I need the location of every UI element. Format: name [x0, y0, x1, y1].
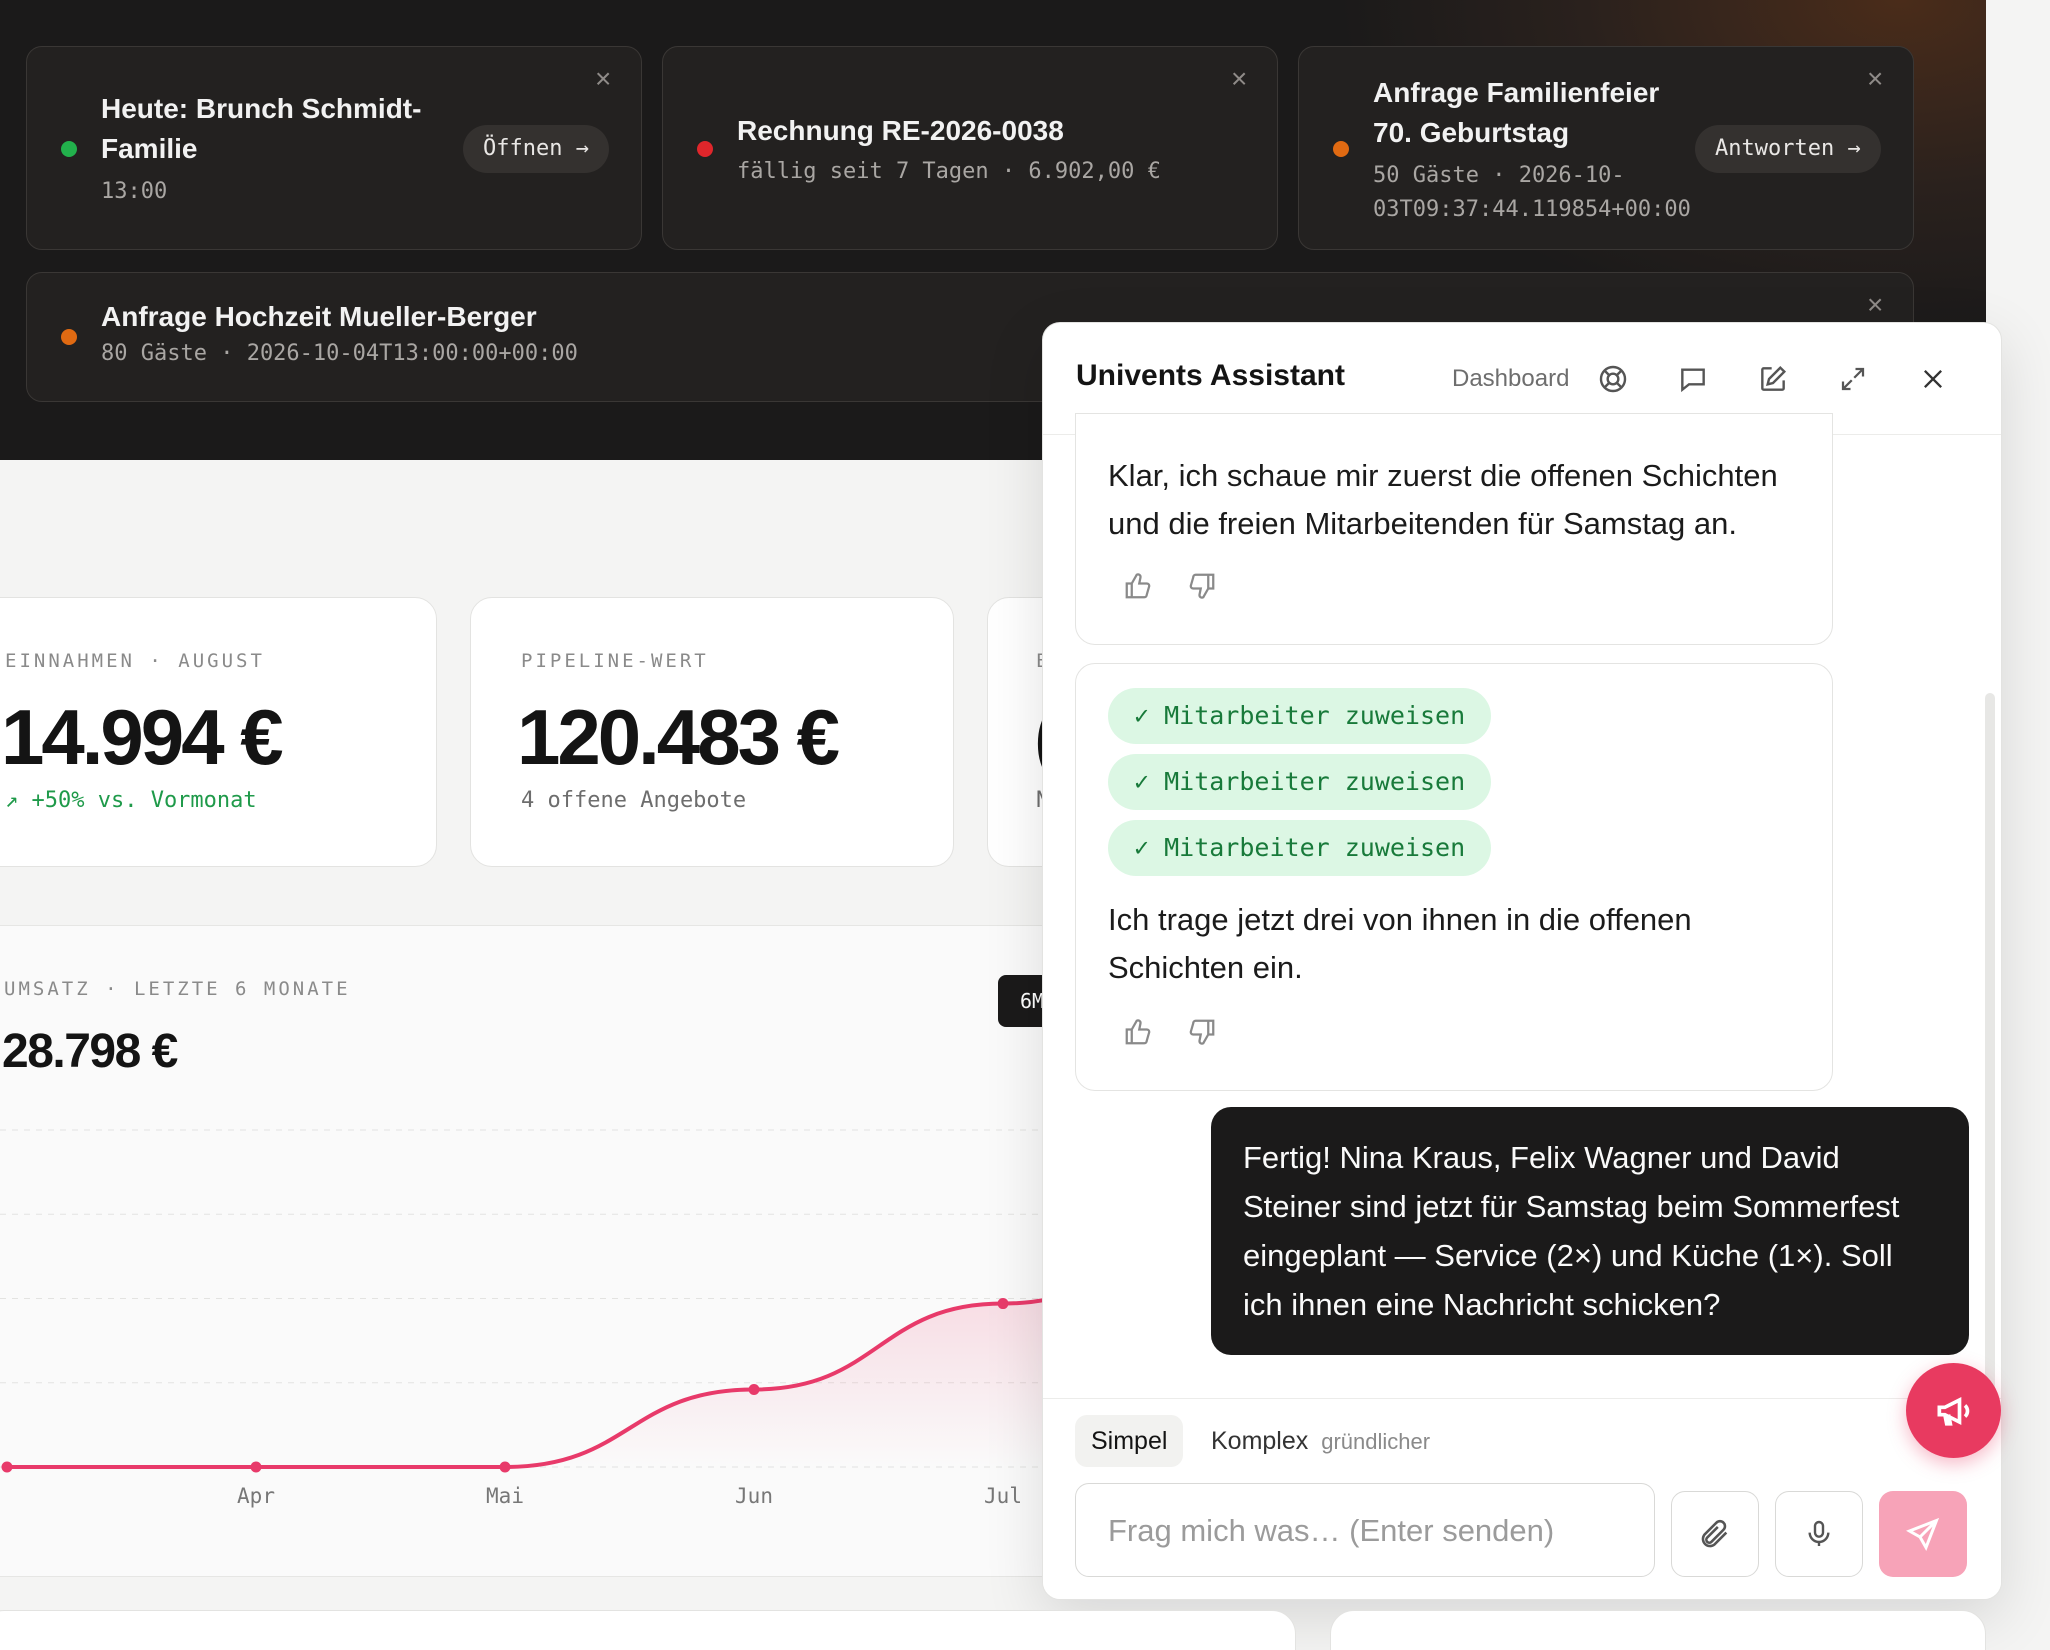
close-icon[interactable]: × — [1231, 65, 1247, 93]
notification-title: Rechnung RE-2026-0038 — [737, 115, 1064, 146]
announcement-button[interactable] — [1906, 1363, 2001, 1458]
close-icon[interactable]: × — [595, 65, 611, 93]
notification-title: Heute: Brunch Schmidt- Familie — [101, 93, 422, 164]
notification-card[interactable]: Anfrage Familienfeier 70. Geburtstag 50 … — [1298, 46, 1914, 250]
megaphone-icon — [1937, 1396, 1969, 1426]
notification-subtitle: 50 Gäste · 2026-10- 03T09:37:44.119854+0… — [1373, 163, 1691, 222]
stat-label: EINNAHMEN · AUGUST — [5, 650, 265, 672]
thumbs-down-icon[interactable] — [1182, 566, 1222, 606]
stat-footnote: 4 offene Angebote — [521, 788, 747, 813]
data-point[interactable] — [250, 1461, 262, 1473]
data-point[interactable] — [1, 1461, 13, 1473]
microphone-icon — [1808, 1520, 1830, 1546]
assistant-panel: Univents Assistant Dashboard Klar, ich s… — [1042, 322, 2002, 1600]
chart-area-fill — [7, 1279, 1100, 1467]
scrollbar[interactable] — [1985, 693, 1995, 1393]
status-dot — [61, 329, 77, 345]
data-point[interactable] — [499, 1461, 511, 1473]
expand-icon[interactable] — [1833, 359, 1873, 399]
assistant-title: Univents Assistant — [1076, 359, 1345, 392]
status-dot — [697, 141, 713, 157]
chart-label: UMSATZ · LETZTE 6 MONATE — [4, 978, 351, 1000]
chat-input[interactable]: Frag mich was… (Enter senden) — [1075, 1483, 1655, 1577]
notification-card[interactable]: Heute: Brunch Schmidt- Familie 13:00 Öff… — [26, 46, 642, 250]
data-point[interactable] — [748, 1383, 760, 1395]
notification-title: Anfrage Familienfeier 70. Geburtstag — [1373, 77, 1660, 148]
message-text: Ich trage jetzt drei von ihnen in die of… — [1108, 902, 1692, 985]
paperclip-icon — [1701, 1519, 1728, 1548]
message-text: Klar, ich schaue mir zuerst die offenen … — [1108, 458, 1778, 541]
close-icon[interactable]: × — [1867, 65, 1883, 93]
send-icon — [1906, 1517, 1940, 1551]
x-tick-label: Mai — [486, 1484, 524, 1508]
open-button[interactable]: Öffnen → — [463, 125, 609, 173]
composer: Simpel Komplex gründlicher Frag mich was… — [1043, 1398, 2001, 1599]
notification-card[interactable]: Rechnung RE-2026-0038 fällig seit 7 Tage… — [662, 46, 1278, 250]
user-message: Fertig! Nina Kraus, Felix Wagner und Dav… — [1211, 1107, 1969, 1355]
mode-complex-button[interactable]: Komplex gründlicher — [1211, 1415, 1430, 1467]
status-dot — [1333, 141, 1349, 157]
mode-simple-button[interactable]: Simpel — [1075, 1415, 1184, 1467]
thumbs-up-icon[interactable] — [1118, 566, 1158, 606]
assistant-message: ✓ Mitarbeiter zuweisen ✓ Mitarbeiter zuw… — [1075, 663, 1833, 1091]
stat-trend: ↗ +50% vs. Vormonat — [5, 788, 257, 813]
chat-icon[interactable] — [1673, 359, 1713, 399]
status-dot — [61, 141, 77, 157]
x-tick-label: Apr — [237, 1484, 275, 1508]
mode-complex-label: Komplex — [1211, 1427, 1309, 1455]
edit-icon[interactable] — [1753, 359, 1793, 399]
stat-label: PIPELINE-WERT — [521, 650, 709, 672]
tool-chip: ✓ Mitarbeiter zuweisen — [1108, 820, 1492, 876]
mode-complex-hint: gründlicher — [1321, 1429, 1431, 1454]
microphone-button[interactable] — [1775, 1491, 1863, 1577]
thumbs-up-icon[interactable] — [1118, 1012, 1158, 1052]
data-point[interactable] — [997, 1298, 1009, 1310]
notification-subtitle: 80 Gäste · 2026-10-04T13:00:00+00:00 — [101, 341, 578, 366]
tool-chip: ✓ Mitarbeiter zuweisen — [1108, 754, 1492, 810]
attach-button[interactable] — [1671, 1491, 1759, 1577]
send-button[interactable] — [1879, 1491, 1967, 1577]
stat-value: 120.483 € — [517, 693, 840, 781]
notification-subtitle: fällig seit 7 Tagen · 6.902,00 € — [737, 159, 1161, 184]
tool-chip: ✓ Mitarbeiter zuweisen — [1108, 688, 1492, 744]
revenue-chart: Apr Mai Jun Jul — [0, 1129, 1100, 1508]
notification-title: Anfrage Hochzeit Mueller-Berger — [101, 301, 537, 332]
x-tick-label: Jun — [735, 1484, 773, 1508]
support-icon[interactable] — [1593, 359, 1633, 399]
close-icon[interactable]: × — [1867, 291, 1883, 319]
close-icon[interactable] — [1913, 359, 1953, 399]
x-tick-label: Jul — [984, 1484, 1022, 1508]
bottom-card — [0, 1610, 1296, 1650]
bottom-card — [1330, 1610, 1986, 1650]
stat-card-pipeline: PIPELINE-WERT 120.483 € 4 offene Angebot… — [470, 597, 954, 867]
reply-button[interactable]: Antworten → — [1695, 125, 1881, 173]
stat-value: 14.994 € — [1, 693, 284, 781]
stat-card-revenue: EINNAHMEN · AUGUST 14.994 € ↗ +50% vs. V… — [0, 597, 437, 867]
thumbs-down-icon[interactable] — [1182, 1012, 1222, 1052]
assistant-message: Klar, ich schaue mir zuerst die offenen … — [1075, 413, 1833, 645]
dashboard-link[interactable]: Dashboard — [1452, 365, 1569, 393]
notification-time: 13:00 — [101, 179, 168, 204]
